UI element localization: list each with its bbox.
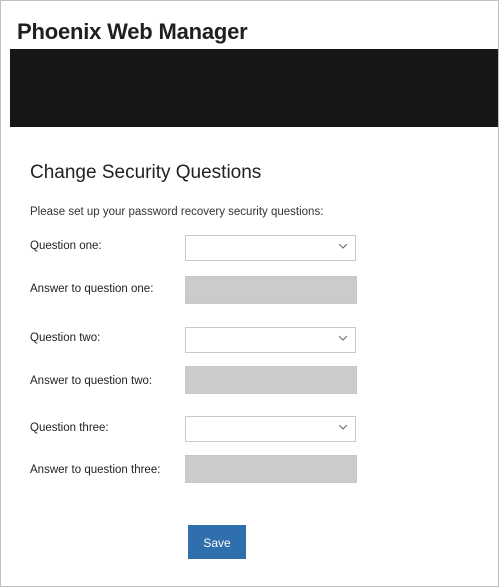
page-title: Change Security Questions xyxy=(30,162,262,183)
question-three-label: Question three: xyxy=(30,422,109,434)
header-banner xyxy=(10,49,498,127)
answer-one-field[interactable] xyxy=(185,276,357,304)
answer-two-field[interactable] xyxy=(185,366,357,394)
answer-three-field[interactable] xyxy=(185,455,357,483)
question-one-select[interactable] xyxy=(185,235,356,261)
question-one-label: Question one: xyxy=(30,240,102,252)
question-two-label: Question two: xyxy=(30,332,101,344)
save-button[interactable]: Save xyxy=(188,525,246,559)
answer-one-label: Answer to question one: xyxy=(30,283,154,295)
answer-two-label: Answer to question two: xyxy=(30,375,153,387)
question-two-select[interactable] xyxy=(185,327,356,353)
chevron-down-icon xyxy=(338,335,348,341)
question-three-select[interactable] xyxy=(185,416,356,442)
answer-three-label: Answer to question three: xyxy=(30,464,161,476)
app-window: Phoenix Web Manager Change Security Ques… xyxy=(0,0,499,587)
instructions-text: Please set up your password recovery sec… xyxy=(30,206,324,218)
chevron-down-icon xyxy=(338,243,348,249)
chevron-down-icon xyxy=(338,424,348,430)
app-title: Phoenix Web Manager xyxy=(17,19,248,44)
